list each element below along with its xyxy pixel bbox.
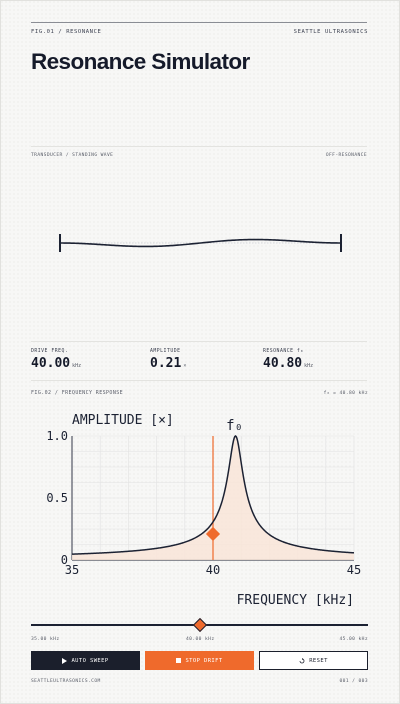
resonance-unit: kHz — [304, 363, 314, 369]
footer-site-link[interactable]: SEATTLEULTRASONICS.COM — [31, 679, 101, 684]
y-tick-label: 0.5 — [46, 491, 68, 505]
slider-thumb[interactable] — [192, 617, 207, 633]
frequency-slider[interactable] — [31, 617, 368, 633]
x-tick-label: 40 — [206, 563, 220, 577]
stop-icon — [176, 658, 182, 663]
drive-freq-label: DRIVE FREQ. — [31, 349, 69, 354]
slider-min-label: 35.00 kHz — [31, 637, 60, 642]
resonance-label: RESONANCE f₀ — [263, 349, 304, 354]
frequency-response-chart: 35 40 4500.51.0 AMPLITUDE [×] f₀ FREQUENCY… — [46, 413, 361, 608]
play-icon — [62, 657, 68, 664]
amplitude-value: 0.21 × — [150, 356, 187, 371]
resonance-annotation: f₀ — [226, 418, 243, 434]
auto-sweep-label: AUTO SWEEP — [71, 657, 109, 664]
amplitude-unit: × — [183, 363, 187, 369]
x-tick-label: 45 — [347, 563, 361, 577]
header-rule — [31, 22, 367, 23]
resonance-note: f₀ = 40.80 kHz — [323, 391, 368, 396]
drive-freq-value: 40.00 kHz — [31, 356, 82, 371]
auto-sweep-button[interactable]: AUTO SWEEP — [31, 651, 140, 670]
page-title: Resonance Simulator — [31, 49, 250, 74]
fig-label: FIG.01 / RESONANCE — [31, 29, 102, 35]
stats-top-rule — [31, 341, 367, 342]
reset-label: RESET — [309, 657, 328, 664]
wave-panel-rule — [31, 146, 367, 147]
y-axis-label: AMPLITUDE [×] — [72, 413, 174, 428]
stats-bottom-rule — [31, 380, 367, 381]
wave-panel-label: TRANSDUCER / STANDING WAVE — [31, 153, 114, 158]
reset-button[interactable]: RESET — [259, 651, 368, 670]
amplitude-label: AMPLITUDE — [150, 349, 181, 354]
brand-label: SEATTLE ULTRASONICS — [293, 29, 368, 35]
resonance-status-badge: OFF-RESONANCE — [325, 153, 367, 158]
reset-icon — [299, 657, 305, 663]
y-tick-label: 0 — [61, 553, 68, 567]
standing-wave-view — [59, 234, 342, 252]
x-axis-label: FREQUENCY [kHz] — [237, 593, 354, 608]
stop-drift-label: STOP DRIFT — [185, 657, 223, 664]
slider-max-label: 45.00 kHz — [339, 637, 368, 642]
slider-mid-label: 40.00 kHz — [186, 637, 215, 642]
y-tick-label: 1.0 — [46, 429, 68, 443]
drive-freq-unit: kHz — [72, 363, 82, 369]
footer-page-number: 001 / 003 — [339, 679, 368, 684]
resonance-value: 40.80 kHz — [263, 356, 314, 371]
stop-drift-button[interactable]: STOP DRIFT — [145, 651, 254, 670]
response-panel-label: FIG.02 / FREQUENCY RESPONSE — [31, 390, 124, 396]
